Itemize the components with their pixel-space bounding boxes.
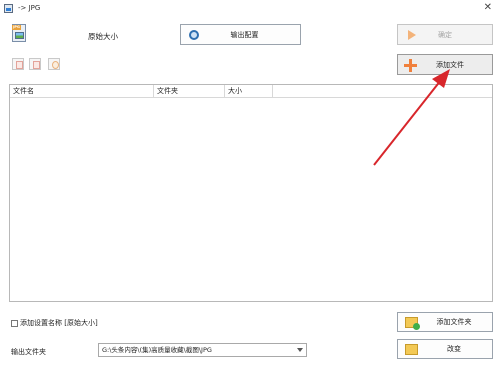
output-config-label: 输出配置: [230, 30, 259, 39]
output-folder-select[interactable]: G:\头条内容\(集)高质量收藏\截图\JPG: [98, 343, 307, 357]
clear-list-button[interactable]: [29, 58, 41, 70]
ok-button[interactable]: 确定: [397, 24, 493, 45]
title-bar: -> JPG ✕: [0, 0, 500, 18]
plus-icon: [404, 59, 417, 72]
output-config-button[interactable]: 输出配置: [180, 24, 301, 45]
output-folder-label: 输出文件夹: [11, 348, 46, 356]
remove-file-button[interactable]: [12, 58, 24, 70]
add-file-button[interactable]: 添加文件: [397, 54, 493, 75]
output-folder-value: G:\头条内容\(集)高质量收藏\截图\JPG: [102, 346, 212, 354]
app-icon: [4, 4, 13, 13]
folder-icon: [405, 344, 418, 355]
folder-add-icon: [405, 317, 420, 330]
close-icon[interactable]: ✕: [484, 2, 492, 13]
ok-label: 确定: [438, 30, 452, 39]
add-folder-button[interactable]: 添加文件夹: [397, 312, 493, 332]
add-setting-name-checkbox[interactable]: [11, 319, 18, 327]
add-file-label: 添加文件: [436, 60, 464, 69]
file-list-table[interactable]: 文件名 文件夹 大小: [9, 84, 493, 302]
column-header-size[interactable]: 大小: [225, 85, 273, 98]
chevron-down-icon[interactable]: [297, 348, 303, 352]
column-header-filename[interactable]: 文件名: [10, 85, 154, 98]
arrow-right-icon: [408, 30, 416, 40]
gear-icon: [189, 30, 199, 40]
column-header-folder[interactable]: 文件夹: [154, 85, 225, 98]
change-label: 改变: [447, 345, 461, 353]
size-label: 原始大小: [88, 32, 118, 41]
window-title: -> JPG: [18, 4, 41, 12]
jpg-format-icon: JPG: [12, 24, 28, 44]
table-header: 文件名 文件夹 大小: [10, 85, 492, 98]
change-folder-button[interactable]: 改变: [397, 339, 493, 359]
add-folder-label: 添加文件夹: [436, 318, 472, 326]
settings-button[interactable]: [48, 58, 60, 70]
add-setting-name-option[interactable]: 添加设置名称 [原始大小]: [11, 318, 98, 328]
add-setting-name-label: 添加设置名称 [原始大小]: [20, 319, 98, 327]
